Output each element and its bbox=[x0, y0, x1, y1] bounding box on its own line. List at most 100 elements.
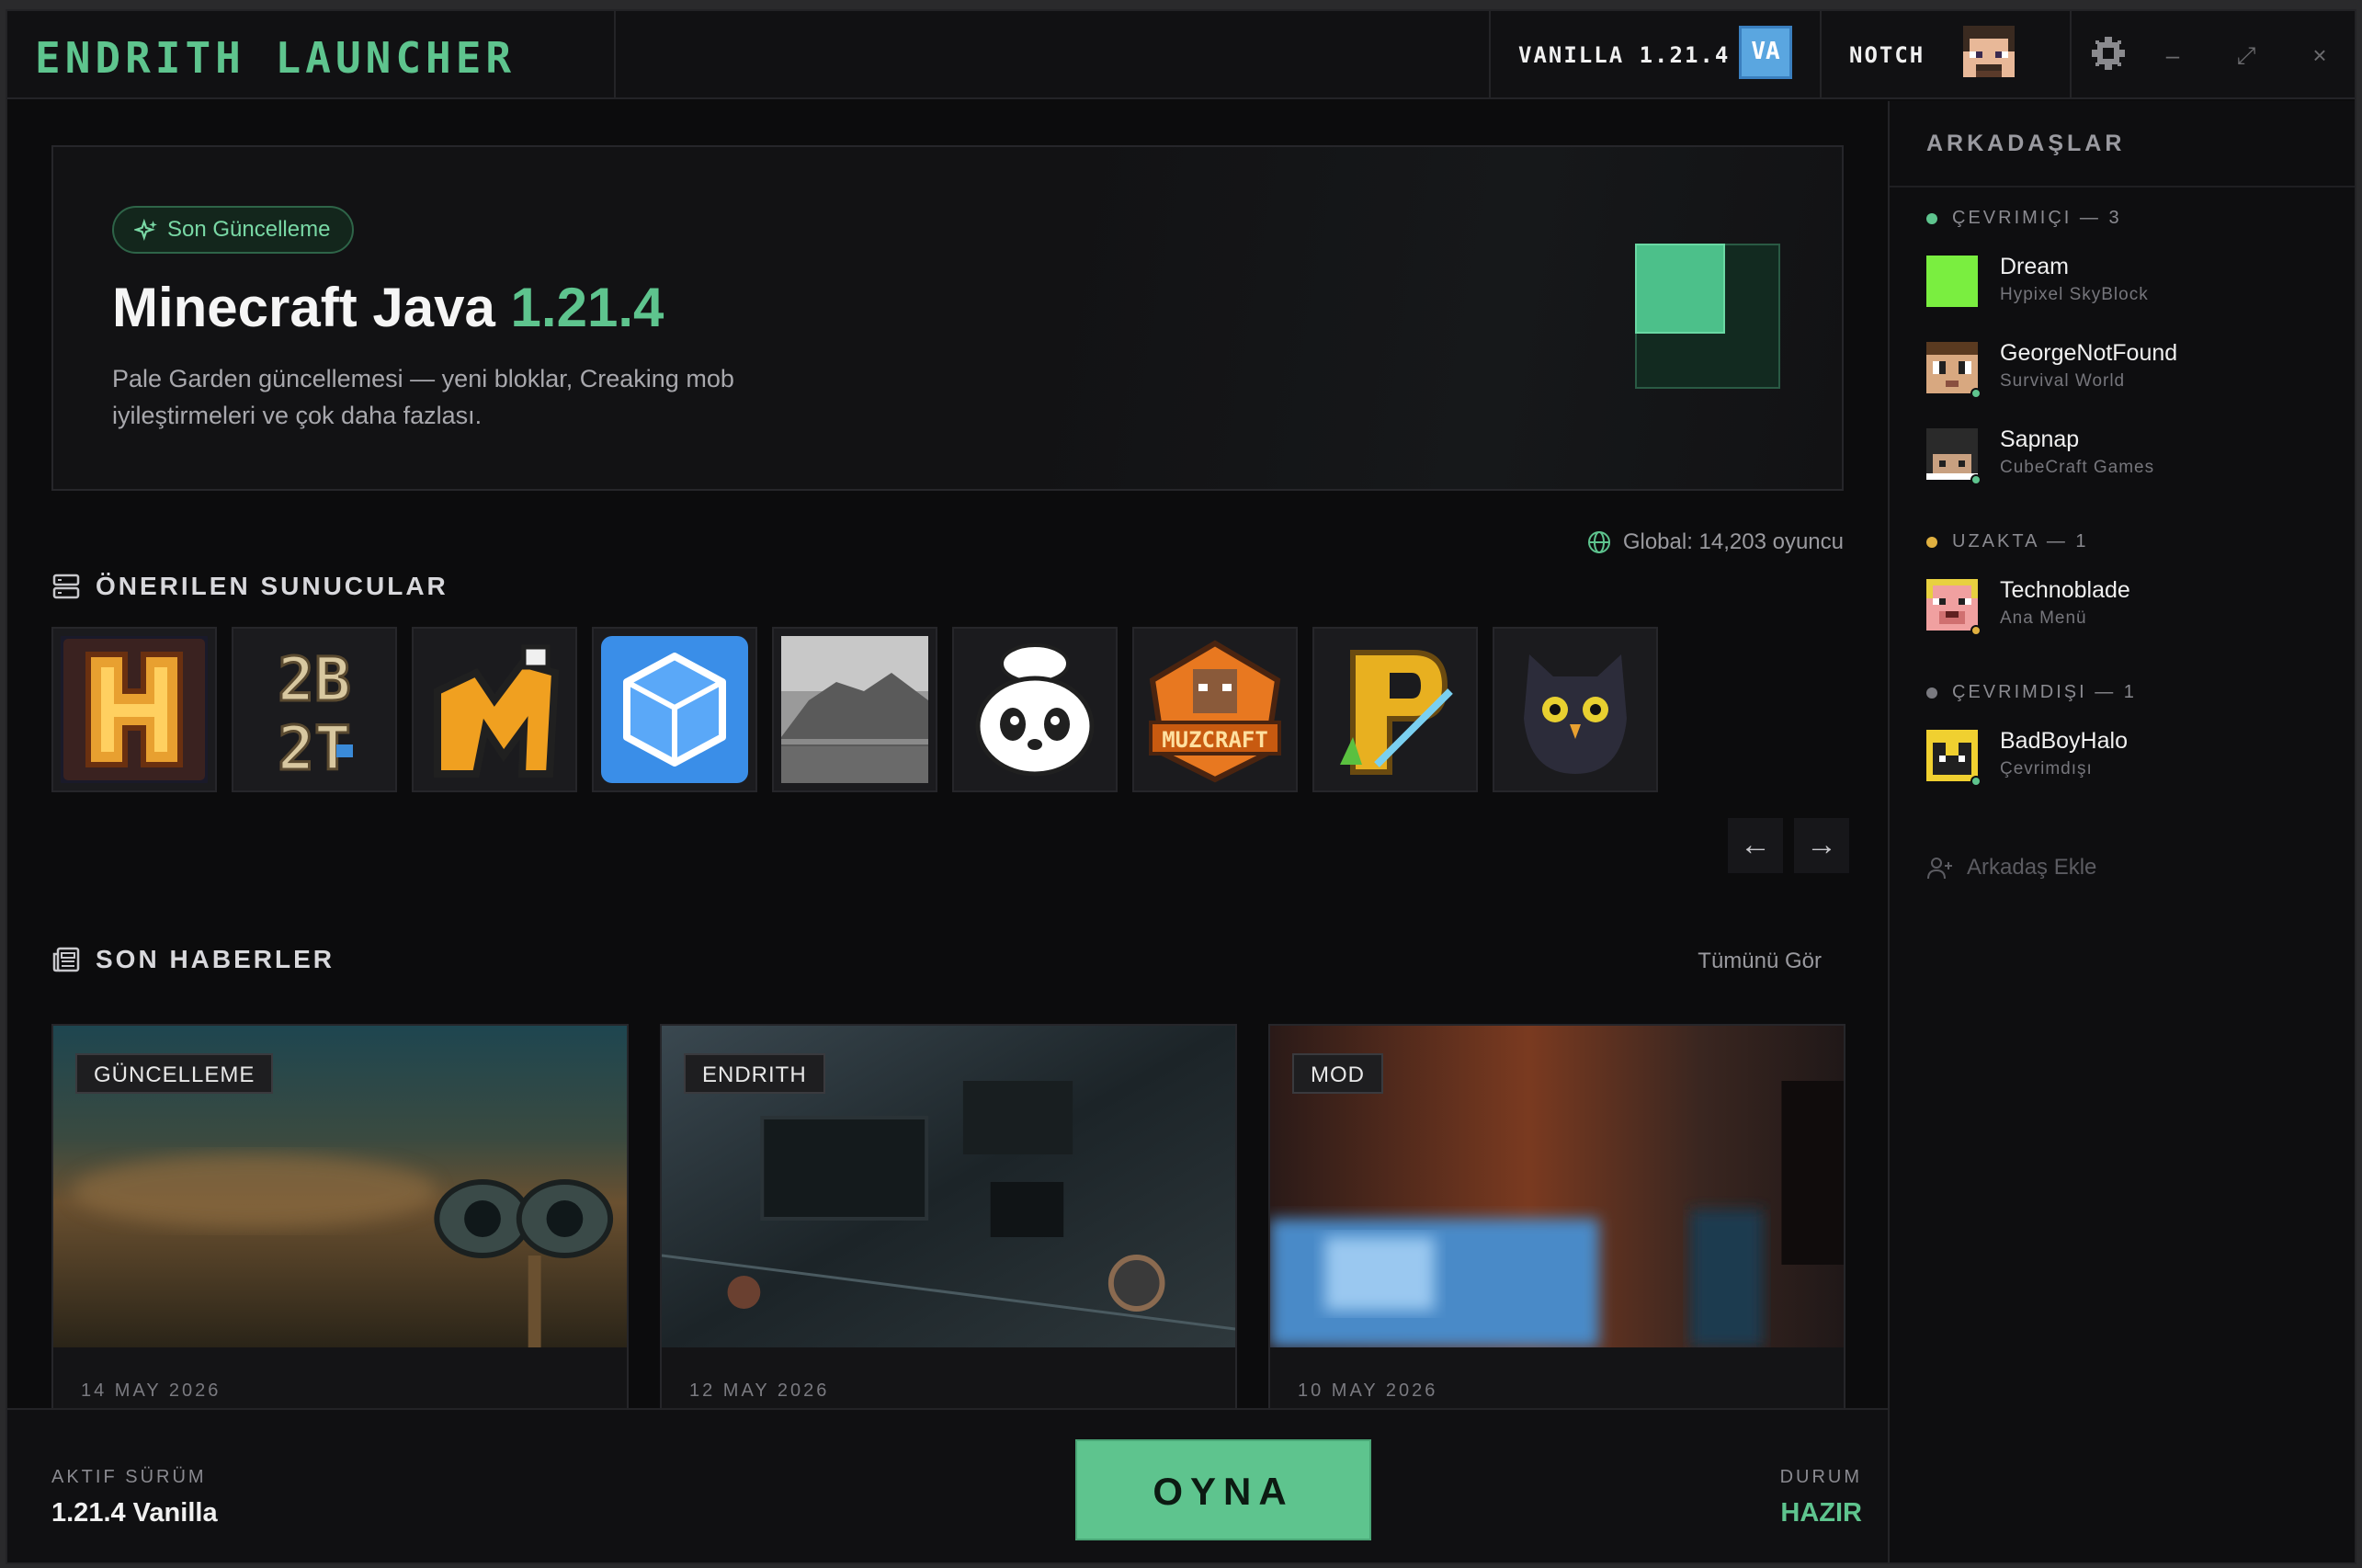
online-status-dot-icon bbox=[1970, 474, 1982, 485]
server-panda[interactable] bbox=[952, 627, 1118, 792]
add-friend-button[interactable]: Arkadaş Ekle bbox=[1926, 855, 2096, 881]
arrow-left-icon[interactable]: ← bbox=[1728, 818, 1783, 873]
global-player-count: Global: 14,203 oyuncu bbox=[1586, 529, 1844, 555]
status-dot-icon bbox=[1970, 776, 1982, 787]
active-version-label: AKTIF SÜRÜM bbox=[51, 1467, 207, 1487]
sidebar-divider bbox=[1890, 186, 2355, 187]
panda-chef-logo-icon bbox=[961, 636, 1108, 783]
news-list: GÜNCELLEME 14 MAY 2026 ENDRITH 12 MAY 20… bbox=[51, 1024, 1845, 1410]
server-2b2t[interactable]: 2B 2T bbox=[232, 627, 397, 792]
server-mineplex[interactable] bbox=[412, 627, 577, 792]
minimize-button[interactable]: – bbox=[2154, 37, 2191, 74]
news-section-header: SON HABERLER bbox=[51, 941, 787, 978]
friend-name: Sapnap bbox=[2000, 426, 2080, 452]
news-card[interactable]: MOD 10 MAY 2026 bbox=[1268, 1024, 1845, 1410]
server-pvp[interactable] bbox=[1312, 627, 1478, 792]
launcher-window: ENDRITH LAUNCHER VANILLA 1.21.4 VA NOTCH bbox=[6, 9, 2356, 1564]
username: NOTCH bbox=[1849, 42, 1925, 68]
friend-item[interactable]: BadBoyHalo Çevrimdışı bbox=[1926, 722, 2331, 787]
close-button[interactable]: × bbox=[2301, 37, 2338, 74]
technoblade-avatar-icon bbox=[1926, 579, 1978, 631]
georgenotfound-avatar-icon bbox=[1926, 342, 1978, 393]
owl-logo-icon bbox=[1502, 636, 1649, 783]
friend-item[interactable]: Technoblade Ana Menü bbox=[1926, 572, 2331, 636]
maximize-button[interactable]: ⤢ bbox=[2228, 37, 2265, 74]
latest-update-pill: Son Güncelleme bbox=[112, 206, 355, 254]
app-brand: ENDRITH LAUNCHER bbox=[35, 33, 517, 83]
settings-button[interactable] bbox=[2070, 11, 2143, 99]
status-value: HAZIR bbox=[1780, 1498, 1862, 1528]
friend-name: Dream bbox=[2000, 254, 2070, 279]
landscape-server-icon bbox=[781, 636, 928, 783]
add-user-icon bbox=[1927, 858, 1952, 880]
sparkle-icon bbox=[134, 219, 157, 242]
online-dot-icon bbox=[1926, 213, 1937, 224]
friends-sidebar: ARKADAŞLAR ÇEVRIMIÇI — 3 Dream Hypixel S… bbox=[1888, 101, 2355, 1562]
title-bar: ENDRITH LAUNCHER VANILLA 1.21.4 VA NOTCH bbox=[7, 11, 2355, 99]
friend-status: Ana Menü bbox=[2000, 608, 2087, 628]
global-player-text: Global: 14,203 oyuncu bbox=[1622, 529, 1844, 554]
cubecraft-logo-icon bbox=[601, 636, 748, 783]
servers-heading: ÖNERILEN SUNUCULAR bbox=[96, 572, 449, 600]
friend-name: GeorgeNotFound bbox=[2000, 340, 2178, 366]
server-stack-icon bbox=[52, 574, 80, 599]
server-carousel-nav: ← → bbox=[1728, 818, 1849, 873]
news-tag: ENDRITH bbox=[684, 1053, 825, 1094]
newspaper-icon bbox=[52, 947, 80, 972]
news-tag: GÜNCELLEME bbox=[75, 1053, 274, 1094]
svg-text:2B: 2B bbox=[278, 644, 350, 715]
friend-item[interactable]: GeorgeNotFound Survival World bbox=[1926, 335, 2331, 399]
servers-section-header: ÖNERILEN SUNUCULAR bbox=[51, 568, 787, 605]
server-muzcraft[interactable]: MUZCRAFT bbox=[1132, 627, 1298, 792]
update-hero-banner[interactable]: Son Güncelleme Minecraft Java 1.21.4 Pal… bbox=[51, 145, 1844, 491]
version-selector[interactable]: VANILLA 1.21.4 VA bbox=[1489, 11, 1820, 99]
online-status-dot-icon bbox=[1970, 388, 1982, 399]
hero-title-version: 1.21.4 bbox=[510, 277, 664, 338]
add-friend-label: Arkadaş Ekle bbox=[1967, 855, 2097, 880]
gear-icon bbox=[2092, 37, 2125, 70]
server-owl[interactable] bbox=[1493, 627, 1658, 792]
svg-text:MUZCRAFT: MUZCRAFT bbox=[1162, 727, 1268, 753]
offline-group-text: ÇEVRIMDIŞI — 1 bbox=[1952, 682, 2137, 702]
away-group-text: UZAKTA — 1 bbox=[1952, 531, 2089, 551]
mineplex-logo-icon bbox=[421, 636, 568, 783]
friend-item[interactable]: Dream Hypixel SkyBlock bbox=[1926, 248, 2331, 312]
grass-block-art-icon bbox=[1635, 244, 1780, 389]
active-version-value: 1.21.4 Vanilla bbox=[51, 1498, 218, 1528]
news-date: 14 MAY 2026 bbox=[81, 1381, 221, 1401]
news-date: 10 MAY 2026 bbox=[1298, 1381, 1438, 1401]
hero-title: Minecraft Java 1.21.4 bbox=[112, 276, 664, 339]
hero-title-text: Minecraft Java bbox=[112, 277, 495, 338]
online-group-label: ÇEVRIMIÇI — 3 bbox=[1926, 208, 2122, 229]
away-dot-icon bbox=[1926, 537, 1937, 548]
friends-title: ARKADAŞLAR bbox=[1926, 131, 2126, 156]
server-landscape[interactable] bbox=[772, 627, 937, 792]
server-cubecraft[interactable] bbox=[592, 627, 757, 792]
muzcraft-logo-icon: MUZCRAFT bbox=[1141, 636, 1289, 783]
arrow-right-icon[interactable]: → bbox=[1794, 818, 1849, 873]
play-button[interactable]: OYNA bbox=[1075, 1439, 1371, 1540]
badboyhalo-avatar-icon bbox=[1926, 730, 1978, 781]
pill-label: Son Güncelleme bbox=[167, 217, 331, 242]
sapnap-avatar-icon bbox=[1926, 428, 1978, 480]
friend-status: CubeCraft Games bbox=[2000, 458, 2155, 477]
launch-footer: AKTIF SÜRÜM 1.21.4 Vanilla OYNA DURUM HA… bbox=[7, 1408, 1888, 1562]
main-content: Son Güncelleme Minecraft Java 1.21.4 Pal… bbox=[7, 101, 1888, 1410]
friend-item[interactable]: Sapnap CubeCraft Games bbox=[1926, 421, 2331, 485]
version-badge-icon: VA bbox=[1739, 26, 1792, 79]
news-tag: MOD bbox=[1292, 1053, 1383, 1094]
version-label: VANILLA 1.21.4 bbox=[1518, 42, 1731, 68]
globe-icon bbox=[1587, 531, 1610, 553]
online-group-text: ÇEVRIMIÇI — 3 bbox=[1952, 208, 2122, 228]
server-list: 2B 2T MUZCRAFT bbox=[51, 627, 1658, 792]
server-hypixel[interactable] bbox=[51, 627, 217, 792]
see-all-news-link[interactable]: Tümünü Gör bbox=[1698, 949, 1822, 974]
news-card[interactable]: ENDRITH 12 MAY 2026 bbox=[660, 1024, 1237, 1410]
offline-dot-icon bbox=[1926, 687, 1937, 699]
friend-status: Çevrimdışı bbox=[2000, 759, 2093, 778]
user-profile[interactable]: NOTCH bbox=[1820, 11, 2070, 99]
friend-name: Technoblade bbox=[2000, 577, 2130, 603]
news-card[interactable]: GÜNCELLEME 14 MAY 2026 bbox=[51, 1024, 629, 1410]
offline-group-label: ÇEVRIMDIŞI — 1 bbox=[1926, 682, 2137, 703]
away-group-label: UZAKTA — 1 bbox=[1926, 531, 2089, 552]
